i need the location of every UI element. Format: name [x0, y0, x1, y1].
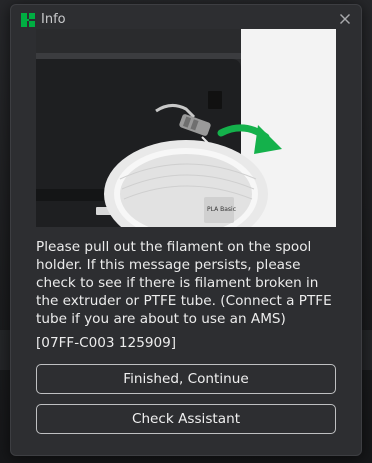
finished-continue-button[interactable]: Finished, Continue: [36, 364, 336, 394]
error-code: [07FF-C003 125909]: [36, 335, 177, 351]
check-assistant-button[interactable]: Check Assistant: [36, 404, 336, 434]
instruction-image: PLA Basic: [36, 29, 336, 227]
dialog-title: Info: [41, 12, 66, 27]
info-dialog: Info PLA Basic Please pull out the filam…: [10, 4, 362, 456]
instruction-message: Please pull out the filament on the spoo…: [36, 239, 332, 327]
close-icon[interactable]: [337, 11, 353, 27]
printer-spool-illustration: PLA Basic: [36, 29, 336, 227]
bambu-logo-icon: [21, 13, 35, 27]
spool-label: PLA Basic: [207, 206, 236, 213]
